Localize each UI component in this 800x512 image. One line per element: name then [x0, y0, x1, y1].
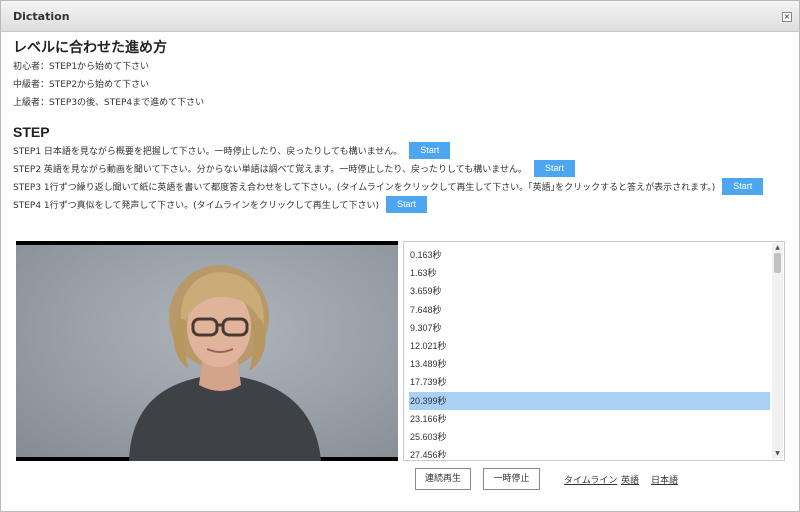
timeline-item[interactable]: 3.659秒	[409, 282, 770, 300]
step3-start-button[interactable]: Start	[722, 178, 764, 195]
level-advanced: 上級者：STEP3の後、STEP4まで進めて下さい	[13, 98, 205, 108]
timeline-item[interactable]: 17.739秒	[409, 373, 770, 391]
scroll-thumb[interactable]	[774, 253, 781, 273]
timeline-item[interactable]: 20.399秒	[409, 391, 770, 410]
timeline-item[interactable]: 12.021秒	[409, 337, 770, 355]
timeline-item[interactable]: 25.603秒	[409, 428, 770, 446]
step3-text: STEP3 1行ずつ繰り返し聞いて紙に英語を書いて都度答え合わせをして下さい。(…	[13, 183, 716, 193]
step-heading: STEP	[13, 124, 50, 140]
timeline-item[interactable]: 27.456秒	[409, 446, 770, 458]
step1-text: STEP1 日本語を見ながら概要を把握して下さい。一時停止したり、戻ったりしても…	[13, 147, 403, 157]
japanese-link[interactable]: 日本語	[651, 473, 678, 486]
timeline-item[interactable]: 13.489秒	[409, 355, 770, 373]
timeline-item[interactable]: 7.648秒	[409, 301, 770, 319]
step3-row: STEP3 1行ずつ繰り返し聞いて紙に英語を書いて都度答え合わせをして下さい。(…	[13, 178, 764, 195]
timeline-item[interactable]: 1.63秒	[409, 264, 770, 282]
timeline-panel: 0.163秒 1.63秒 3.659秒 7.648秒 9.307秒 12.021秒 13.4…	[403, 241, 785, 461]
continuous-play-button[interactable]: 連続再生	[415, 468, 471, 490]
level-heading: レベルに合わせた進め方	[13, 40, 167, 56]
step1-start-button[interactable]: Start	[409, 142, 451, 159]
title-bar: Dictation ×	[1, 1, 799, 32]
window-title: Dictation	[13, 10, 70, 23]
step4-row: STEP4 1行ずつ真似をして発声して下さい。(タイムラインをクリックして再生し…	[13, 196, 427, 213]
pause-button[interactable]: 一時停止	[483, 468, 540, 490]
video-frame	[16, 245, 398, 461]
timeline-item[interactable]: 0.163秒	[409, 246, 770, 264]
timeline-list: 0.163秒 1.63秒 3.659秒 7.648秒 9.307秒 12.021秒 13.4…	[409, 246, 770, 458]
scroll-up-icon[interactable]: ▲	[772, 243, 783, 253]
scroll-down-icon[interactable]: ▼	[772, 449, 783, 459]
level-beginner: 初心者：STEP1から始めて下さい	[13, 62, 150, 72]
step1-row: STEP1 日本語を見ながら概要を把握して下さい。一時停止したり、戻ったりしても…	[13, 142, 451, 159]
step2-text: STEP2 英語を見ながら動画を聞いて下さい。分からない単語は調べて覚えます。一…	[13, 165, 528, 175]
speaker-image	[129, 265, 321, 461]
step4-text: STEP4 1行ずつ真似をして発声して下さい。(タイムラインをクリックして再生し…	[13, 201, 379, 211]
timeline-link[interactable]: タイムライン	[564, 473, 617, 486]
level-intermediate: 中級者：STEP2から始めて下さい	[13, 80, 150, 90]
dictation-dialog: Dictation × レベルに合わせた進め方 初心者：STEP1から始めて下さ…	[0, 0, 800, 512]
close-icon[interactable]: ×	[782, 12, 792, 22]
step2-row: STEP2 英語を見ながら動画を聞いて下さい。分からない単語は調べて覚えます。一…	[13, 160, 576, 177]
video-player[interactable]	[16, 241, 398, 461]
timeline-scrollbar[interactable]: ▲ ▼	[772, 243, 783, 459]
timeline-item[interactable]: 9.307秒	[409, 319, 770, 337]
english-link[interactable]: 英語	[621, 473, 639, 486]
timeline-item[interactable]: 23.166秒	[409, 410, 770, 428]
step2-start-button[interactable]: Start	[534, 160, 576, 177]
step4-start-button[interactable]: Start	[385, 196, 427, 213]
